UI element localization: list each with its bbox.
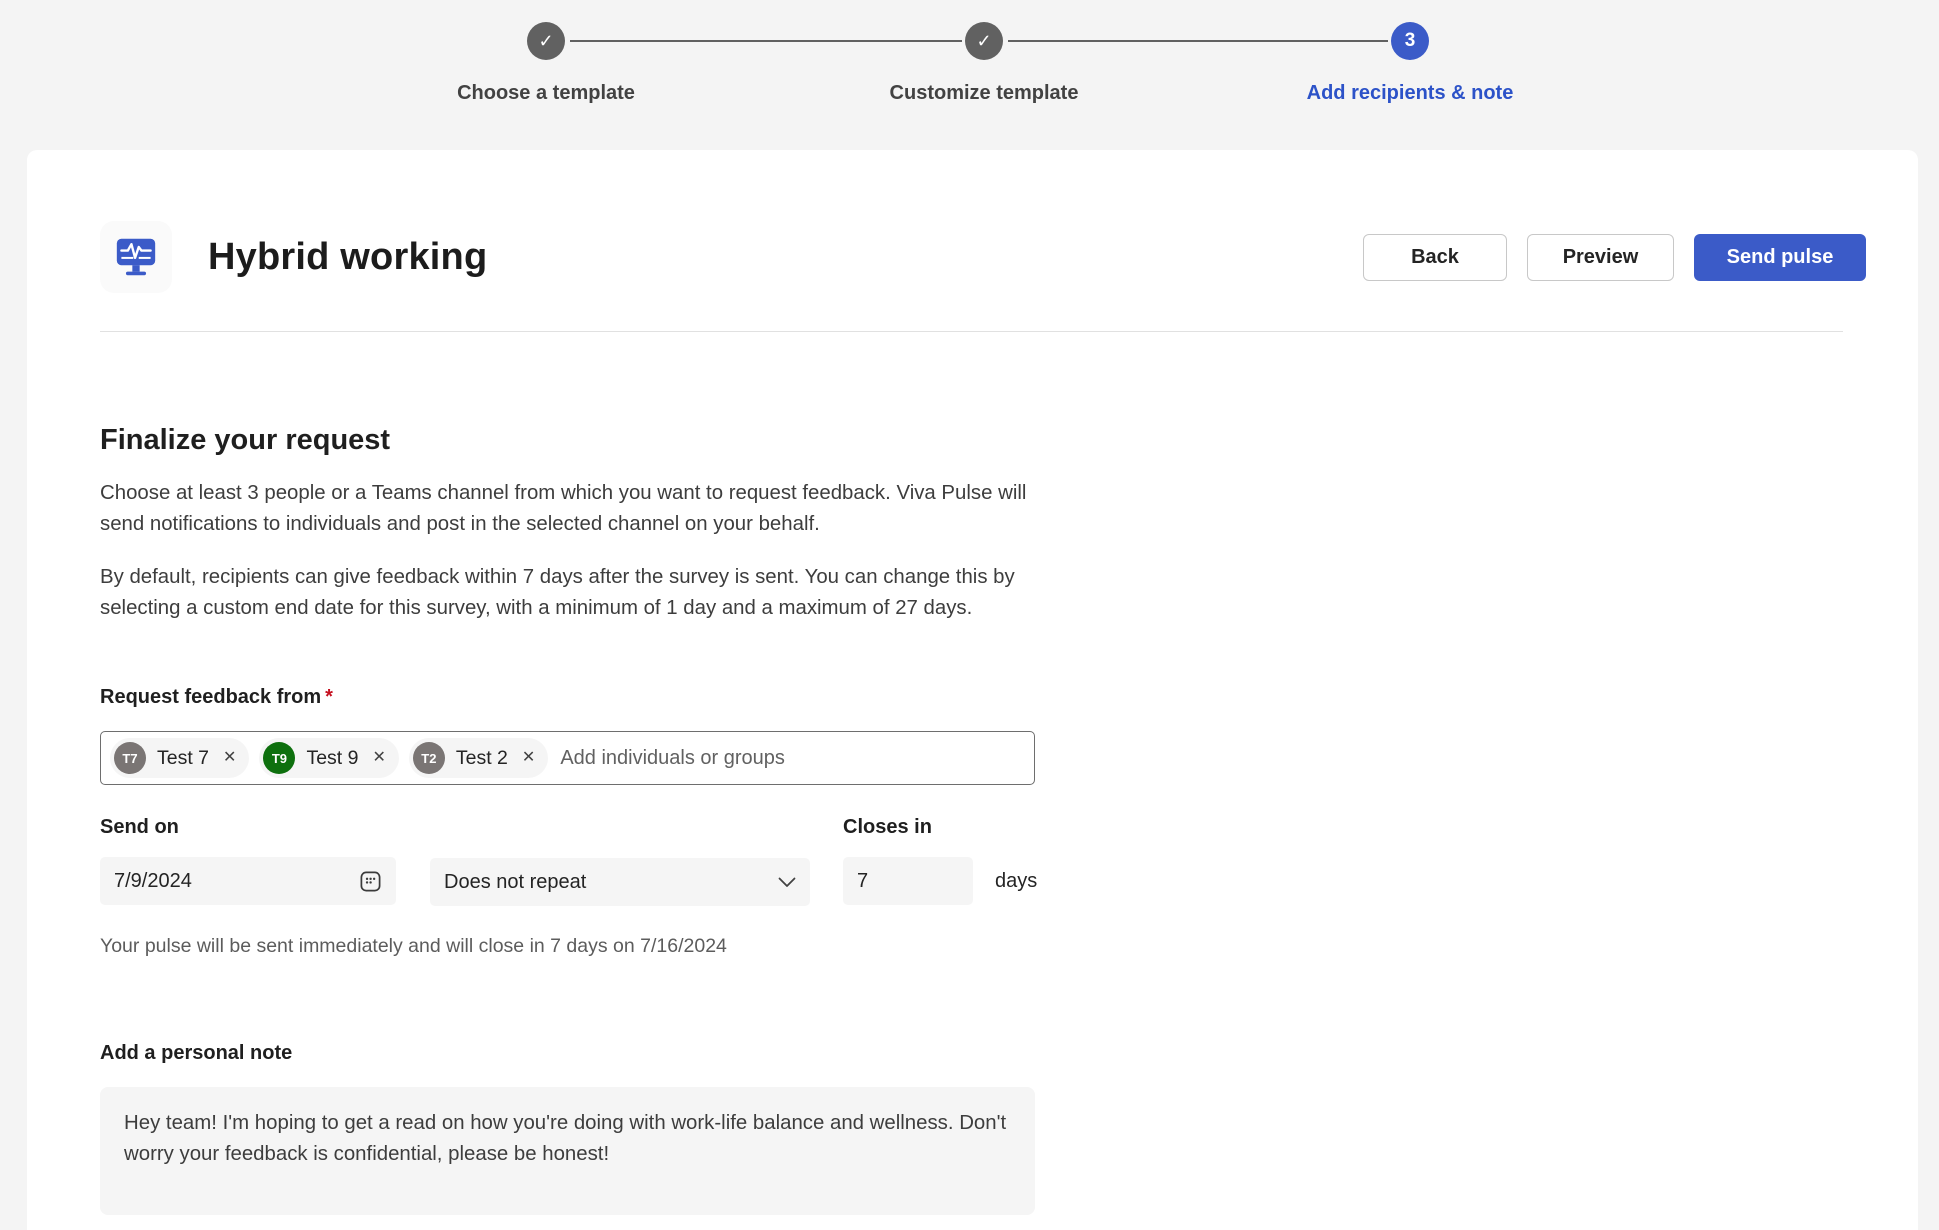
send-on-label: Send on [100, 816, 396, 839]
remove-recipient-icon[interactable]: ✕ [223, 750, 236, 766]
avatar: T2 [413, 742, 445, 774]
template-icon-box [100, 221, 172, 293]
recipients-label: Request feedback from* [100, 686, 1866, 709]
wizard-stepper: ✓ ✓ 3 Choose a template Customize templa… [0, 0, 1939, 150]
finalize-section: Finalize your request Choose at least 3 … [100, 424, 1866, 624]
calendar-icon [359, 870, 382, 893]
stepper-connector-2 [1008, 40, 1388, 42]
stepper-connector-1 [570, 40, 962, 42]
recipient-name: Test 9 [306, 747, 358, 770]
recipient-name: Test 2 [456, 747, 508, 770]
recipient-chip[interactable]: T2 Test 2 ✕ [409, 738, 548, 778]
send-on-date-value: 7/9/2024 [114, 870, 192, 893]
repeat-dropdown[interactable]: Does not repeat [430, 858, 810, 906]
finalize-paragraph-1: Choose at least 3 people or a Teams chan… [100, 478, 1052, 540]
step-1-label[interactable]: Choose a template [457, 82, 635, 105]
step-3-label[interactable]: Add recipients & note [1307, 82, 1514, 105]
remove-recipient-icon[interactable]: ✕ [372, 750, 385, 766]
check-icon: ✓ [976, 31, 991, 52]
required-asterisk: * [325, 686, 333, 708]
preview-button[interactable]: Preview [1527, 234, 1674, 281]
chevron-down-icon [778, 877, 796, 888]
recipient-name: Test 7 [157, 747, 209, 770]
pulse-monitor-icon [114, 236, 158, 278]
step-3-indicator[interactable]: 3 [1391, 22, 1429, 60]
step-1-indicator[interactable]: ✓ [527, 22, 565, 60]
repeat-value: Does not repeat [444, 871, 586, 894]
main-card: Hybrid working Back Preview Send pulse F… [27, 150, 1918, 1230]
days-unit-label: days [995, 870, 1037, 893]
step-2-indicator[interactable]: ✓ [965, 22, 1003, 60]
page-title: Hybrid working [208, 236, 487, 279]
header-divider [100, 331, 1843, 332]
survey-header: Hybrid working Back Preview Send pulse [100, 221, 1866, 293]
closes-in-input[interactable] [843, 857, 973, 905]
back-button[interactable]: Back [1363, 234, 1507, 281]
people-picker[interactable]: T7 Test 7 ✕ T9 Test 9 ✕ T2 Test 2 ✕ [100, 731, 1035, 785]
personal-note-textarea[interactable]: Hey team! I'm hoping to get a read on ho… [100, 1087, 1035, 1215]
step-2-label[interactable]: Customize template [890, 82, 1079, 105]
send-pulse-button[interactable]: Send pulse [1694, 234, 1866, 281]
avatar: T9 [263, 742, 295, 774]
check-icon: ✓ [538, 31, 553, 52]
personal-note-label: Add a personal note [100, 1042, 1866, 1065]
avatar: T7 [114, 742, 146, 774]
finalize-paragraph-2: By default, recipients can give feedback… [100, 562, 1052, 624]
schedule-row: Send on 7/9/2024 Does not repeat [100, 816, 1866, 906]
schedule-helper-text: Your pulse will be sent immediately and … [100, 935, 1866, 958]
closes-in-label: Closes in [843, 816, 1037, 839]
add-recipients-input[interactable] [558, 746, 1025, 771]
send-on-date-field[interactable]: 7/9/2024 [100, 857, 396, 905]
recipients-label-text: Request feedback from [100, 686, 321, 708]
remove-recipient-icon[interactable]: ✕ [522, 750, 535, 766]
finalize-heading: Finalize your request [100, 424, 1866, 457]
recipient-chip[interactable]: T9 Test 9 ✕ [259, 738, 398, 778]
recipient-chip[interactable]: T7 Test 7 ✕ [110, 738, 249, 778]
header-actions: Back Preview Send pulse [1363, 234, 1866, 281]
step-3-number: 3 [1405, 30, 1416, 52]
